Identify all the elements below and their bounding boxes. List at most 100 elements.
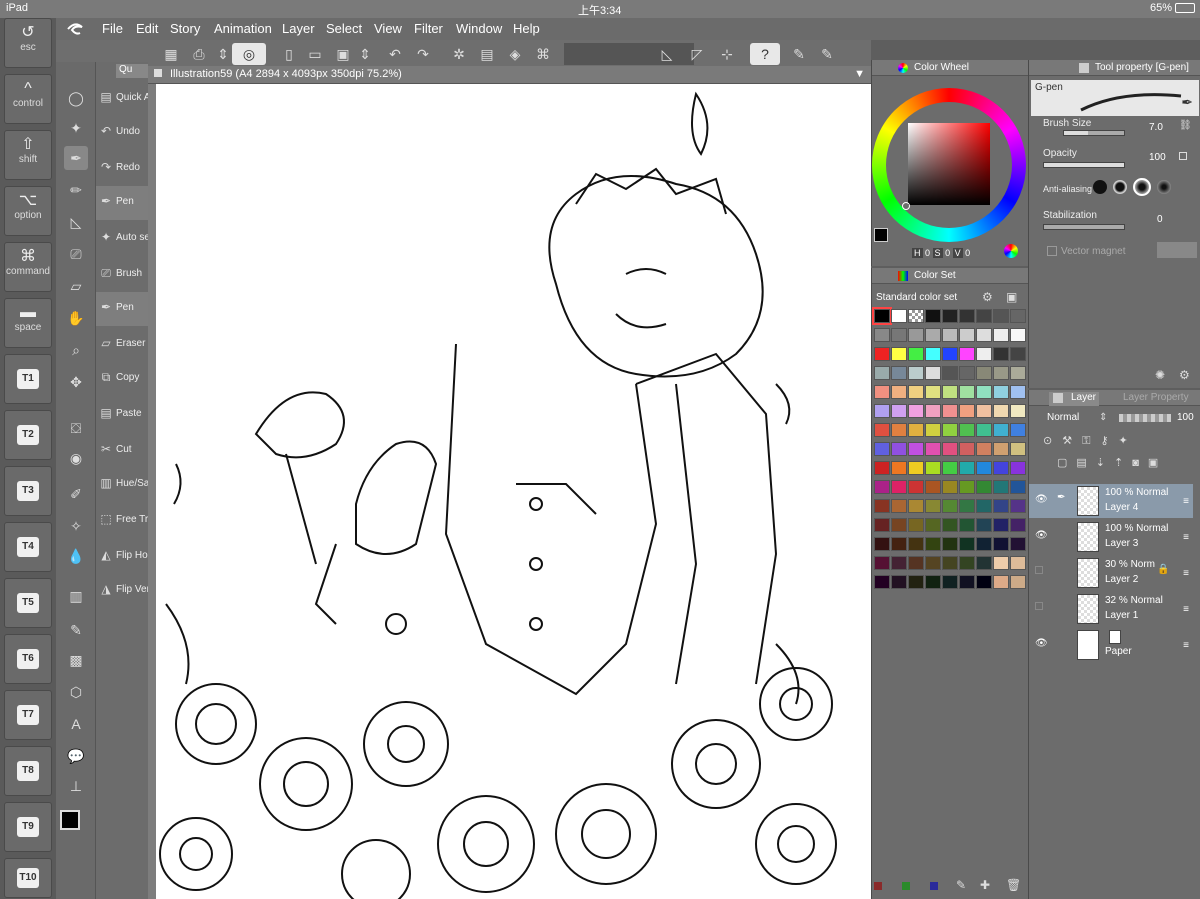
color-swatch[interactable] (959, 556, 975, 570)
color-swatch[interactable] (1010, 461, 1026, 475)
blue-dot-icon[interactable] (930, 882, 938, 890)
color-swatch[interactable] (908, 328, 924, 342)
auto-select-icon[interactable]: ✦ (64, 116, 88, 140)
color-swatch[interactable] (942, 556, 958, 570)
color-swatch[interactable] (891, 385, 907, 399)
vector-magnet-checkbox[interactable] (1047, 246, 1057, 256)
color-swatch[interactable] (925, 442, 941, 456)
color-swatch[interactable] (874, 499, 890, 513)
menu-story[interactable]: Story (170, 21, 200, 36)
color-swatch[interactable] (908, 480, 924, 494)
qa-auto-select[interactable]: ✦ Auto select (96, 222, 148, 256)
color-swatch[interactable] (959, 309, 975, 323)
drawing-canvas[interactable] (156, 84, 871, 899)
color-swatch[interactable] (959, 537, 975, 551)
color-swatch[interactable] (959, 404, 975, 418)
drag-handle-icon[interactable]: ≡ (1183, 496, 1189, 507)
save-icon[interactable]: ▣ (332, 43, 354, 65)
clip-studio-button-icon[interactable]: ◎ (232, 43, 266, 65)
color-swatch[interactable] (891, 442, 907, 456)
color-swatch[interactable] (942, 385, 958, 399)
key-t10[interactable]: T10 (4, 858, 52, 898)
color-swatch[interactable] (1010, 347, 1026, 361)
clear-icon[interactable]: ✲ (448, 43, 470, 65)
layer-row[interactable]: 👁 Paper ≡ (1029, 628, 1193, 662)
color-swatch[interactable] (976, 499, 992, 513)
color-swatch[interactable] (942, 499, 958, 513)
saturation-value-square[interactable] (908, 123, 990, 205)
color-swatch[interactable] (1010, 442, 1026, 456)
brush-preview[interactable]: G-pen ✒ (1031, 80, 1199, 116)
fill-icon[interactable]: ⛋ (64, 416, 88, 440)
color-swatch[interactable] (874, 423, 890, 437)
color-swatch[interactable] (1010, 385, 1026, 399)
blend-mode-select[interactable]: Normal (1047, 412, 1079, 423)
red-dot-icon[interactable] (874, 882, 882, 890)
color-swatch[interactable] (908, 461, 924, 475)
key-t5[interactable]: T5 (4, 578, 52, 628)
hand-icon[interactable]: ✋ (64, 306, 88, 330)
qa-brush[interactable]: ⎚ Brush (96, 258, 148, 292)
brush-icon[interactable]: ⎚ (64, 242, 88, 266)
color-swatch[interactable] (925, 575, 941, 589)
color-swatch[interactable] (925, 366, 941, 380)
color-swatch[interactable] (908, 404, 924, 418)
text-icon[interactable]: A (64, 712, 88, 736)
gradient-icon[interactable]: ▩ (64, 648, 88, 672)
color-swatch[interactable] (908, 442, 924, 456)
qa-hue-saturation[interactable]: ▥ Hue/Saturation (96, 468, 148, 502)
blend-mode-stepper-icon[interactable]: ⇕ (1099, 412, 1107, 423)
color-swatch[interactable] (891, 575, 907, 589)
color-swatch[interactable] (942, 575, 958, 589)
color-swatch[interactable] (1010, 328, 1026, 342)
color-swatch[interactable] (976, 328, 992, 342)
menu-filter[interactable]: Filter (414, 21, 443, 36)
vector-magnet-strength[interactable] (1157, 242, 1197, 258)
color-swatch[interactable] (908, 423, 924, 437)
color-swatch[interactable] (1010, 309, 1026, 323)
pencil-icon[interactable]: ✏ (64, 178, 88, 202)
color-swatch[interactable] (993, 347, 1009, 361)
color-swatch[interactable] (891, 461, 907, 475)
color-swatch[interactable] (925, 328, 941, 342)
color-swatch[interactable] (908, 537, 924, 551)
color-swatch[interactable] (874, 575, 890, 589)
color-swatch[interactable] (908, 518, 924, 532)
scroll-arrows-icon[interactable]: ⇕ (354, 43, 376, 65)
color-swatch[interactable] (942, 309, 958, 323)
menu-view[interactable]: View (374, 21, 402, 36)
color-swatch[interactable] (1010, 556, 1026, 570)
eye-icon[interactable]: 👁 (1035, 530, 1048, 541)
aa-strong-option[interactable] (1157, 180, 1171, 194)
layer-row[interactable]: 30 % Norm Layer 2 🔒 ≡ (1029, 556, 1193, 590)
color-swatch[interactable] (942, 518, 958, 532)
color-swatch[interactable] (874, 404, 890, 418)
color-swatch[interactable] (993, 404, 1009, 418)
color-swatch[interactable] (891, 556, 907, 570)
edit-color-icon[interactable]: ✎ (956, 878, 966, 892)
key-esc[interactable]: ↺ esc (4, 18, 52, 68)
menu-layer[interactable]: Layer (282, 21, 315, 36)
color-swatch[interactable] (942, 480, 958, 494)
key-t9[interactable]: T9 (4, 802, 52, 852)
qa-free-transform[interactable]: ⬚ Free Transform (96, 504, 148, 538)
color-swatch[interactable] (976, 347, 992, 361)
move-icon[interactable]: ✥ (64, 370, 88, 394)
color-swatch[interactable] (874, 537, 890, 551)
eraser-icon[interactable]: ▱ (64, 274, 88, 298)
special-ruler-icon[interactable]: ◸ (686, 43, 708, 65)
color-swatch[interactable] (1010, 404, 1026, 418)
color-swatch[interactable] (959, 442, 975, 456)
frame-icon[interactable]: ▥ (64, 584, 88, 608)
main-color-swatch[interactable] (874, 228, 888, 242)
color-swatch[interactable] (976, 461, 992, 475)
opacity-slider[interactable] (1043, 162, 1125, 168)
menu-help[interactable]: Help (513, 21, 540, 36)
color-swatch[interactable] (959, 328, 975, 342)
color-swatch[interactable] (1010, 366, 1026, 380)
key-space[interactable]: ▬ space (4, 298, 52, 348)
key-shift[interactable]: ⇧ shift (4, 130, 52, 180)
drag-handle-icon[interactable]: ≡ (1183, 640, 1189, 651)
color-swatch[interactable] (976, 556, 992, 570)
qa-cut[interactable]: ✂ Cut (96, 434, 148, 468)
